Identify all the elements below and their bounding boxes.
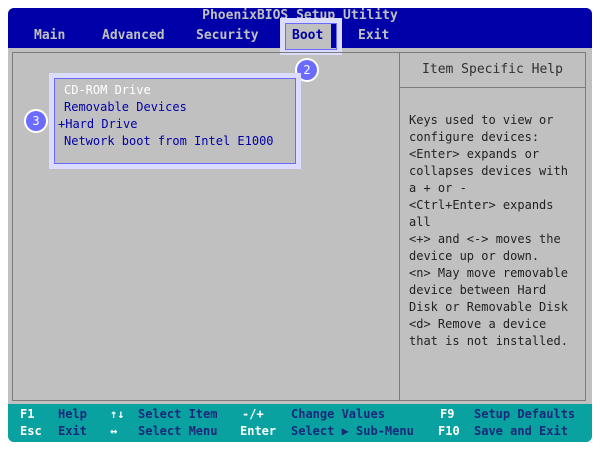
help-title: Item Specific Help [400,53,585,88]
key-change-values-desc: Change Values [291,407,385,421]
help-line: a + or - [409,181,467,195]
help-line: Keys used to view or [409,113,554,127]
help-line: device between Hard [409,283,547,297]
boot-content-panel: CD-ROM Drive Removable Devices +Hard Dri… [12,52,586,401]
key-select-item-desc: Select Item [138,407,218,421]
help-line: that is not installed. [409,334,568,348]
help-line: <d> Remove a device [409,317,547,331]
key-f9-desc: Setup Defaults [474,407,576,421]
key-f1-desc: Help [58,407,87,421]
help-line: collapses devices with [409,164,568,178]
help-line: <n> May move removable [409,266,568,280]
key-esc-desc: Exit [58,424,87,438]
key-esc: Esc [20,424,42,438]
key-f10: F10 [438,424,460,438]
key-f10-desc: Save and Exit [474,424,568,438]
menu-exit[interactable]: Exit [358,24,389,48]
key-f9: F9 [440,407,455,421]
help-line: <Ctrl+Enter> expands [409,198,554,212]
help-line: all [409,215,431,229]
key-enter-desc: Select ▶ Sub-Menu [291,424,414,438]
help-pane: Item Specific Help Keys used to view or … [400,53,585,400]
arrow-up-down-icon: ↑↓ [110,407,125,421]
boot-item-network[interactable]: Network boot from Intel E1000 [64,134,274,148]
menu-security[interactable]: Security [196,24,259,48]
boot-order-pane: CD-ROM Drive Removable Devices +Hard Dri… [13,53,400,400]
boot-item-removable[interactable]: Removable Devices [64,100,187,114]
annotation-badge-3: 3 [26,111,46,131]
help-line: <+> and <-> moves the [409,232,561,246]
bios-screen: PhoenixBIOS Setup Utility Main Advanced … [8,8,592,442]
boot-item-cdrom[interactable]: CD-ROM Drive [64,83,151,97]
help-line: Disk or Removable Disk [409,300,568,314]
key-legend-footer: F1 Help Esc Exit ↑↓ Select Item ↔ Select… [8,404,592,442]
help-line: configure devices: [409,130,540,144]
key-select-menu-desc: Select Menu [138,424,218,438]
boot-tab-highlight [280,18,342,55]
key-f1: F1 [20,407,35,421]
boot-order-list: CD-ROM Drive Removable Devices +Hard Dri… [49,73,301,169]
menu-main[interactable]: Main [34,24,65,48]
boot-item-hard-drive[interactable]: +Hard Drive [58,117,137,131]
arrow-left-right-icon: ↔ [110,424,118,438]
boot-item-hard-drive-label: Hard Drive [65,117,138,131]
key-enter: Enter [240,424,277,438]
help-line: device up or down. [409,249,540,263]
menu-advanced[interactable]: Advanced [102,24,165,48]
help-line: <Enter> expands or [409,147,540,161]
key-minus-plus: -/+ [242,407,264,421]
